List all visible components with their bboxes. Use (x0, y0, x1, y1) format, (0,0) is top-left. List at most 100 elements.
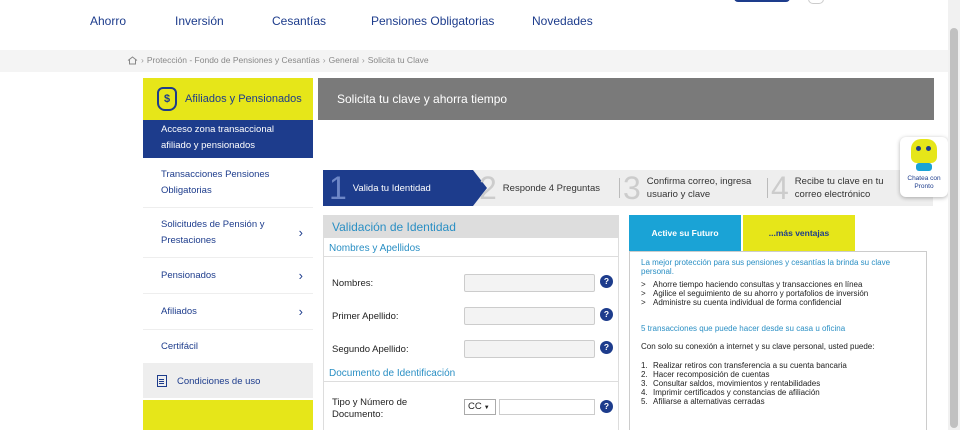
sidebar-item-label: Acceso zona transaccional (161, 124, 275, 135)
help-icon[interactable]: ? (600, 275, 613, 288)
chevron-right-icon: › (298, 267, 303, 283)
list-item: 4. Imprimir certificados y constancias de… (641, 388, 915, 397)
chevron-right-icon: › (298, 303, 303, 319)
list-number: 5. (641, 397, 648, 406)
document-type-value: CC (468, 401, 482, 412)
list-number: 4. (641, 388, 648, 397)
info-panel: Active su Futuro ...más ventajas La mejo… (629, 215, 927, 430)
identity-validation-form: Validación de Identidad Nombres y Apelli… (323, 215, 619, 430)
chat-label-line: Pronto (914, 183, 934, 190)
chat-widget[interactable]: Chatea con Pronto (900, 137, 948, 197)
nav-ahorro[interactable]: Ahorro (90, 14, 126, 28)
sidebar-header: $ Afiliados y Pensionados (143, 78, 313, 120)
bullet-marker: > (641, 289, 646, 298)
breadcrumb: › Protección - Fondo de Pensiones y Cesa… (127, 55, 429, 65)
list-item: 5. Afiliarse a alternativas cerradas (641, 397, 915, 406)
primer-apellido-input[interactable] (464, 307, 595, 325)
info-intro-line: personal. (641, 267, 674, 276)
step-number: 1 (329, 170, 347, 206)
breadcrumb-item-current: Solicita tu Clave (367, 55, 429, 65)
field-row-primer-apellido: Primer Apellido: ? (332, 305, 617, 329)
field-row-documento: Tipo y Número de Documento: CC ▼ ? (332, 397, 617, 421)
list-number: 1. (641, 361, 648, 370)
tab-mas-ventajas[interactable]: ...más ventajas (743, 215, 855, 251)
sidebar-promo-banner[interactable] (143, 400, 313, 430)
list-number: 3. (641, 379, 648, 388)
list-number: 2. (641, 370, 648, 379)
sidebar-item-label: Pensionados (161, 269, 216, 281)
info-intro: La mejor protección para sus pensiones y… (641, 258, 915, 276)
info-content: La mejor protección para sus pensiones y… (629, 251, 927, 430)
nav-novedades[interactable]: Novedades (532, 14, 593, 28)
benefits-list: > Ahorre tiempo haciendo consultas y tran… (641, 280, 915, 307)
tab-active-su-futuro[interactable]: Active su Futuro (629, 215, 741, 251)
scrollbar-thumb[interactable] (950, 28, 958, 428)
step-label-line: correo electrónico (794, 189, 871, 200)
list-item: > Agilice el seguimiento de su ahorro y p… (641, 289, 915, 298)
sidebar-item-solicitudes-pension[interactable]: Solicitudes de Pensión y Prestaciones › (143, 208, 313, 258)
list-item-text: Imprimir certificados y constancias de a… (653, 388, 820, 397)
header-icon-partial[interactable] (808, 0, 824, 4)
field-label: Primer Apellido: (332, 311, 399, 322)
nav-cesantias[interactable]: Cesantías (272, 14, 326, 28)
sidebar-item-afiliados[interactable]: Afiliados › (143, 294, 313, 330)
transactions-intro: Con solo su conexión a internet y su cla… (641, 342, 875, 351)
step-number: 3 (623, 170, 641, 206)
help-icon[interactable]: ? (600, 400, 613, 413)
step-number: 2 (479, 170, 497, 206)
step-divider (767, 178, 768, 198)
help-icon[interactable]: ? (600, 341, 613, 354)
sidebar-item-condiciones-de-uso[interactable]: Condiciones de uso (143, 364, 313, 398)
step-label-line: Recibe tu clave en tu (794, 176, 884, 187)
sidebar-item-label: Obligatorias (161, 184, 212, 196)
list-item-text: Afiliarse a alternativas cerradas (653, 397, 765, 406)
breadcrumb-separator: › (361, 55, 365, 65)
sidebar: $ Afiliados y Pensionados Acceso zona tr… (143, 78, 313, 430)
document-type-select[interactable]: CC ▼ (464, 399, 496, 415)
nav-inversion[interactable]: Inversión (175, 14, 224, 28)
bullet-marker: > (641, 280, 646, 289)
sidebar-item-certifacil[interactable]: Certifácil (143, 330, 313, 364)
money-bag-icon: $ (157, 87, 177, 111)
sidebar-item-acceso-zona-transaccional[interactable]: Acceso zona transaccional afiliado y pen… (143, 120, 313, 158)
page-banner: Solicita tu clave y ahorra tiempo (318, 78, 934, 120)
info-tabs: Active su Futuro ...más ventajas (629, 215, 927, 251)
sidebar-item-transacciones-pensiones[interactable]: Transacciones Pensiones Obligatorias (143, 158, 313, 208)
chevron-down-icon: ▼ (483, 405, 490, 411)
section-title-document: Documento de Identificación (324, 366, 618, 382)
section-title-names: Nombres y Apellidos (324, 241, 618, 257)
step-4: 4 Recibe tu clave en tu correo electróni… (771, 170, 884, 206)
breadcrumb-item[interactable]: General (329, 55, 359, 65)
list-item: > Ahorre tiempo haciendo consultas y tran… (641, 280, 915, 289)
step-1-active: 1 Valida tu Identidad (323, 170, 487, 206)
step-label: Recibe tu clave en tu correo electrónico (795, 175, 884, 201)
nombres-input[interactable] (464, 274, 595, 292)
sidebar-item-label: Condiciones de uso (177, 375, 261, 387)
step-divider (619, 178, 620, 198)
sidebar-item-label: Transacciones Pensiones (161, 168, 270, 180)
list-item: 2. Hacer recomposición de cuentas (641, 370, 915, 379)
list-item-text: Realizar retiros con transferencia a su … (653, 361, 847, 370)
form-title: Validación de Identidad (324, 216, 618, 238)
list-item-text: Ahorre tiempo haciendo consultas y trans… (653, 280, 863, 289)
sidebar-header-label: Afiliados y Pensionados (185, 93, 302, 105)
breadcrumb-separator: › (322, 55, 326, 65)
breadcrumb-separator: › (141, 55, 144, 65)
home-icon[interactable] (127, 55, 138, 65)
sidebar-item-pensionados[interactable]: Pensionados › (143, 258, 313, 294)
header-button-partial[interactable] (734, 0, 790, 2)
document-number-input[interactable] (499, 399, 595, 415)
field-label: Nombres: (332, 278, 374, 289)
nav-pensiones-obligatorias[interactable]: Pensiones Obligatorias (371, 14, 494, 28)
segundo-apellido-input[interactable] (464, 340, 595, 358)
step-2: 2 Responde 4 Preguntas (479, 170, 600, 206)
sidebar-item-label: afiliado y pensionados (161, 140, 256, 151)
list-item-text: Administre su cuenta individual de forma… (653, 298, 842, 307)
step-3: 3 Confirma correo, ingresa usuario y cla… (623, 170, 751, 206)
breadcrumb-item[interactable]: Protección - Fondo de Pensiones y Cesant… (147, 55, 320, 65)
field-row-nombres: Nombres: ? (332, 272, 617, 296)
help-icon[interactable]: ? (600, 308, 613, 321)
list-item-text: Agilice el seguimiento de su ahorro y po… (653, 289, 869, 298)
chevron-right-icon: › (298, 224, 303, 240)
page-scrollbar[interactable] (948, 0, 960, 430)
